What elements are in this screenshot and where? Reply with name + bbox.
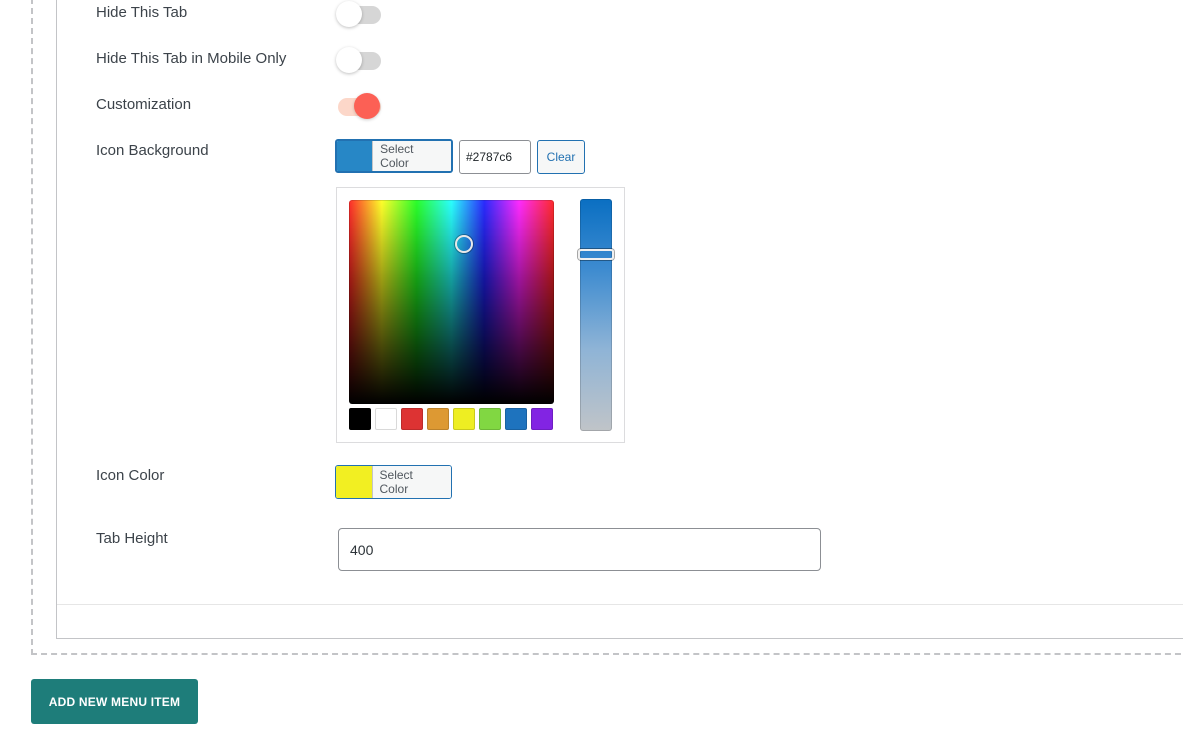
palette-swatch-5[interactable] [453, 408, 475, 430]
palette-swatch-8[interactable] [531, 408, 553, 430]
palette-swatch-1[interactable] [349, 408, 371, 430]
palette-swatch-6[interactable] [479, 408, 501, 430]
add-new-menu-item-button[interactable]: ADD NEW MENU ITEM [31, 679, 198, 724]
hex-color-input[interactable] [459, 140, 531, 174]
hide-tab-label: Hide This Tab [96, 4, 188, 21]
toggle-knob [336, 47, 362, 73]
palette-swatch-3[interactable] [401, 408, 423, 430]
color-spectrum[interactable] [349, 200, 554, 404]
hide-tab-toggle[interactable] [336, 1, 382, 27]
spectrum-marker-handle[interactable] [455, 235, 473, 253]
palette-swatch-2[interactable] [375, 408, 397, 430]
tab-height-input[interactable] [338, 528, 821, 571]
slider-handle[interactable] [578, 249, 614, 260]
select-color-text: Select Color [371, 466, 451, 498]
select-color-text: Select Color [372, 141, 451, 171]
clear-color-button[interactable]: Clear [537, 140, 585, 174]
panel-divider [57, 604, 1183, 605]
palette-swatch-4[interactable] [427, 408, 449, 430]
icon-background-label: Icon Background [96, 142, 209, 159]
color-swatch [336, 466, 372, 498]
customization-label: Customization [96, 96, 192, 113]
palette-swatch-7[interactable] [505, 408, 527, 430]
hide-mobile-label: Hide This Tab in Mobile Only [96, 50, 287, 67]
icon-color-label: Icon Color [96, 467, 165, 484]
color-swatch [337, 141, 373, 171]
icon-background-select-color-button[interactable]: Select Color [335, 139, 453, 173]
icon-color-select-color-button[interactable]: Select Color [335, 465, 452, 499]
color-picker-panel [336, 187, 625, 443]
customization-toggle[interactable] [336, 93, 382, 119]
tab-height-label: Tab Height [96, 530, 168, 547]
color-palette [349, 408, 553, 430]
toggle-knob [354, 93, 380, 119]
saturation-slider[interactable] [578, 199, 614, 431]
hide-mobile-toggle[interactable] [336, 47, 382, 73]
toggle-knob [336, 1, 362, 27]
